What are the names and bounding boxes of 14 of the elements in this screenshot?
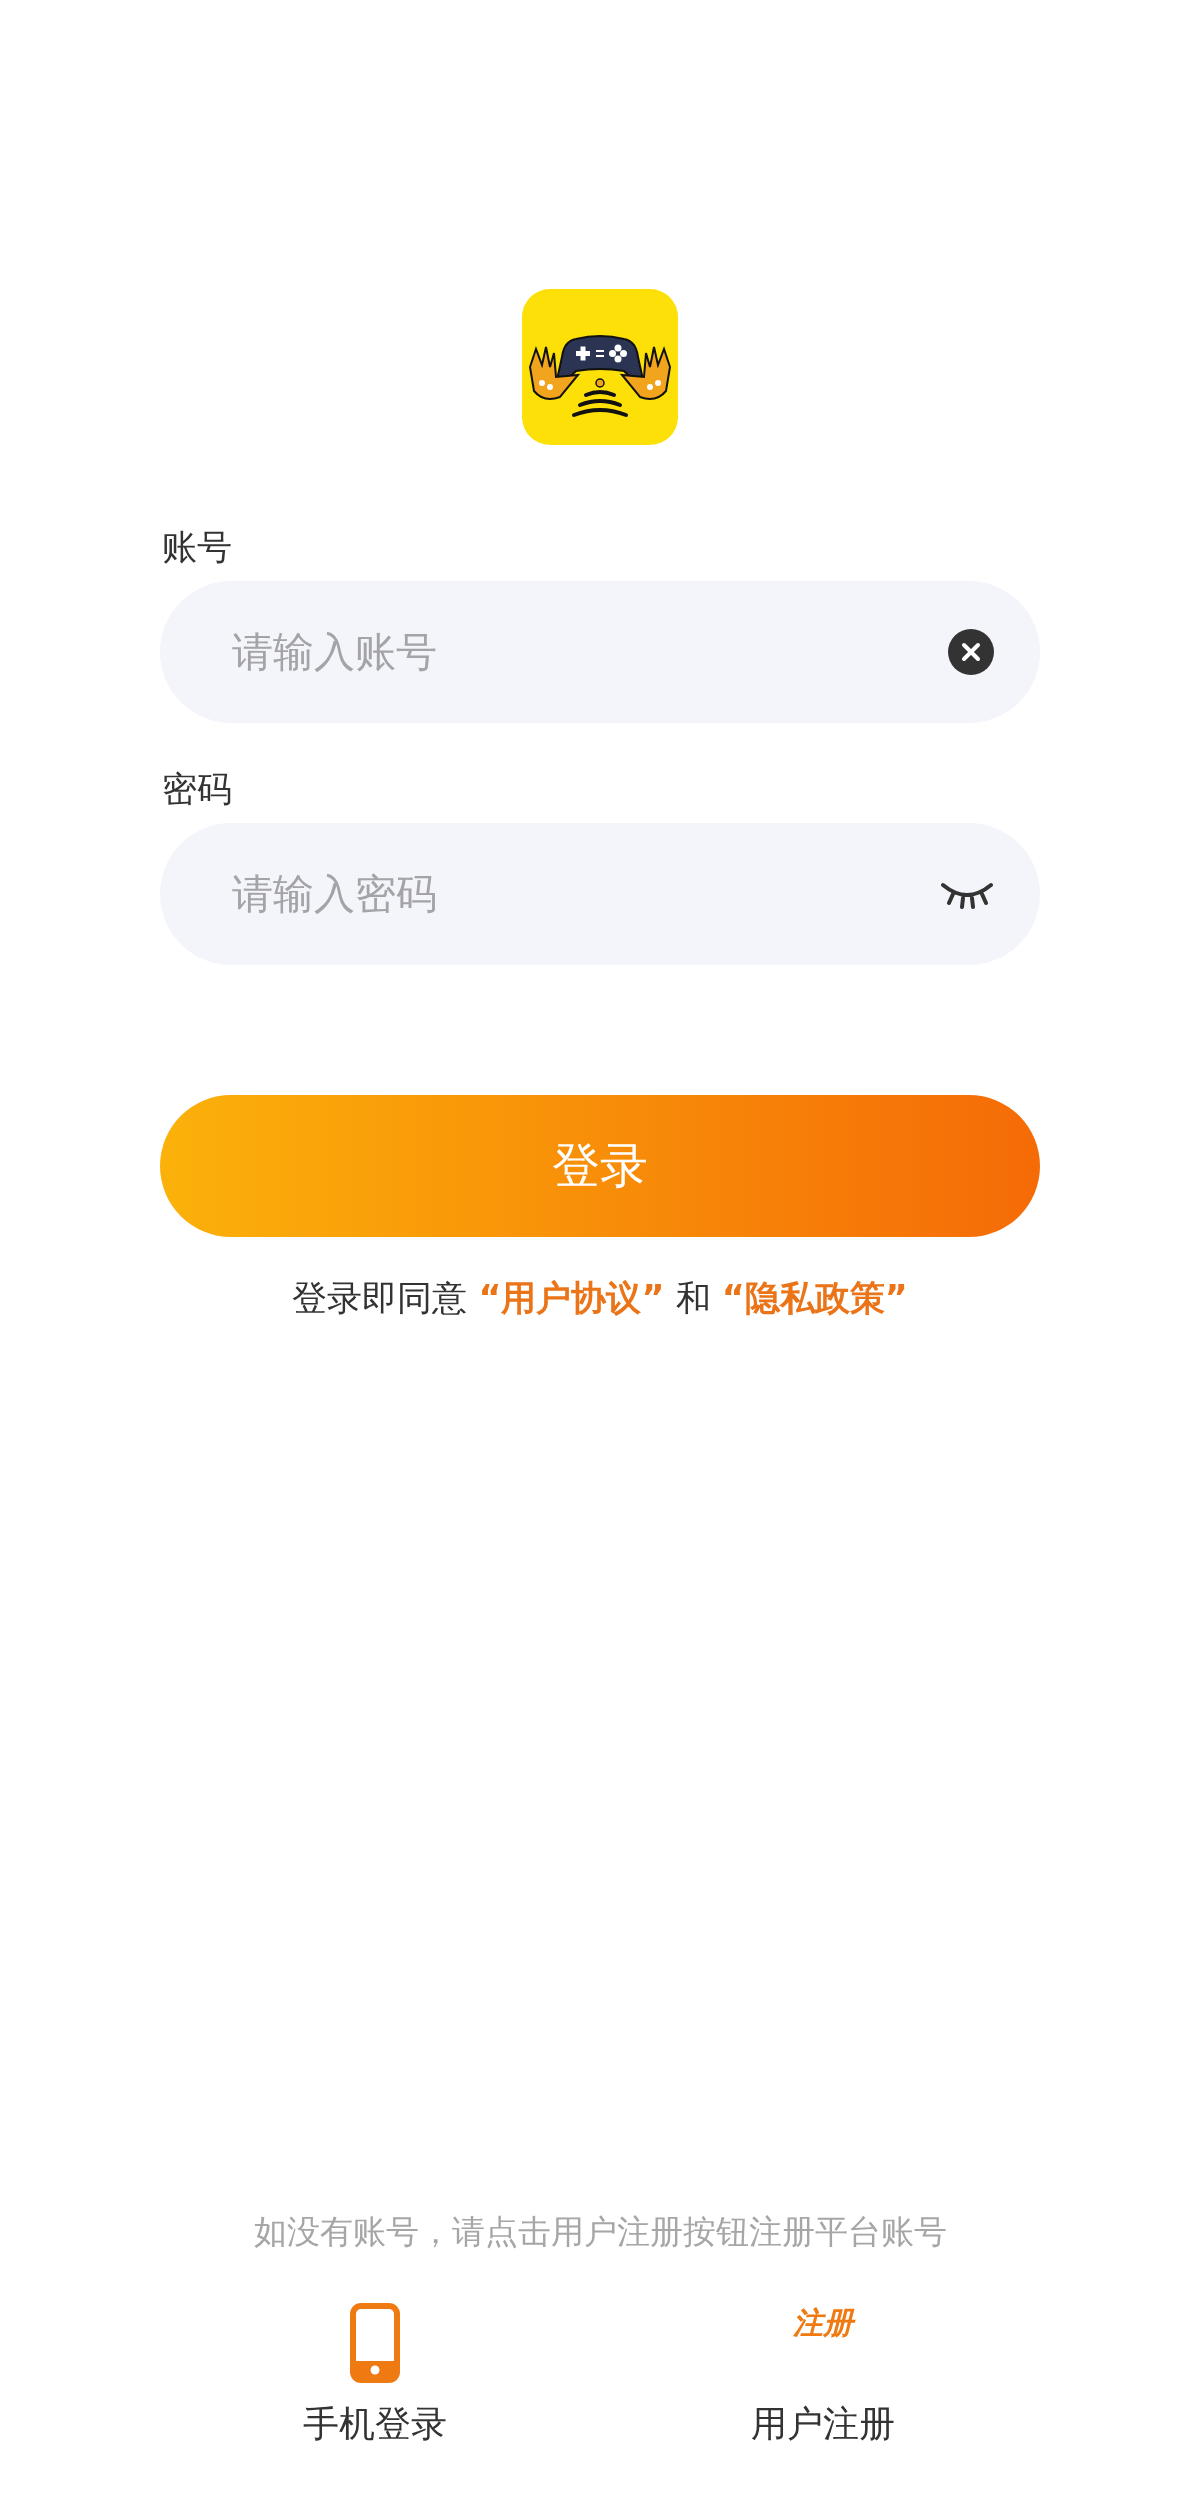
gamepad-hands-logo-icon bbox=[520, 287, 680, 447]
agreement-link[interactable]: “用户协议” bbox=[478, 1278, 665, 1318]
phone-icon bbox=[350, 2303, 400, 2383]
account-field[interactable]: 请输入账号 bbox=[160, 581, 1040, 723]
register-button[interactable]: 注册 用户注册 bbox=[723, 2303, 923, 2447]
password-field[interactable]: 请输入密码 bbox=[160, 823, 1040, 965]
phone-login-button[interactable]: 手机登录 bbox=[275, 2303, 475, 2447]
agreement-link[interactable]: “隐私政策” bbox=[721, 1278, 908, 1318]
clear-icon[interactable] bbox=[948, 629, 994, 675]
agreement-text: 登录即同意 “用户协议” 和 “隐私政策” bbox=[291, 1277, 909, 1320]
login-button[interactable]: 登录 bbox=[160, 1095, 1040, 1237]
field-label: 账号 bbox=[162, 526, 233, 569]
field-label: 密码 bbox=[162, 768, 233, 811]
register-hint: 如没有账号，请点击用户注册按钮注册平台账号 bbox=[253, 2211, 947, 2253]
